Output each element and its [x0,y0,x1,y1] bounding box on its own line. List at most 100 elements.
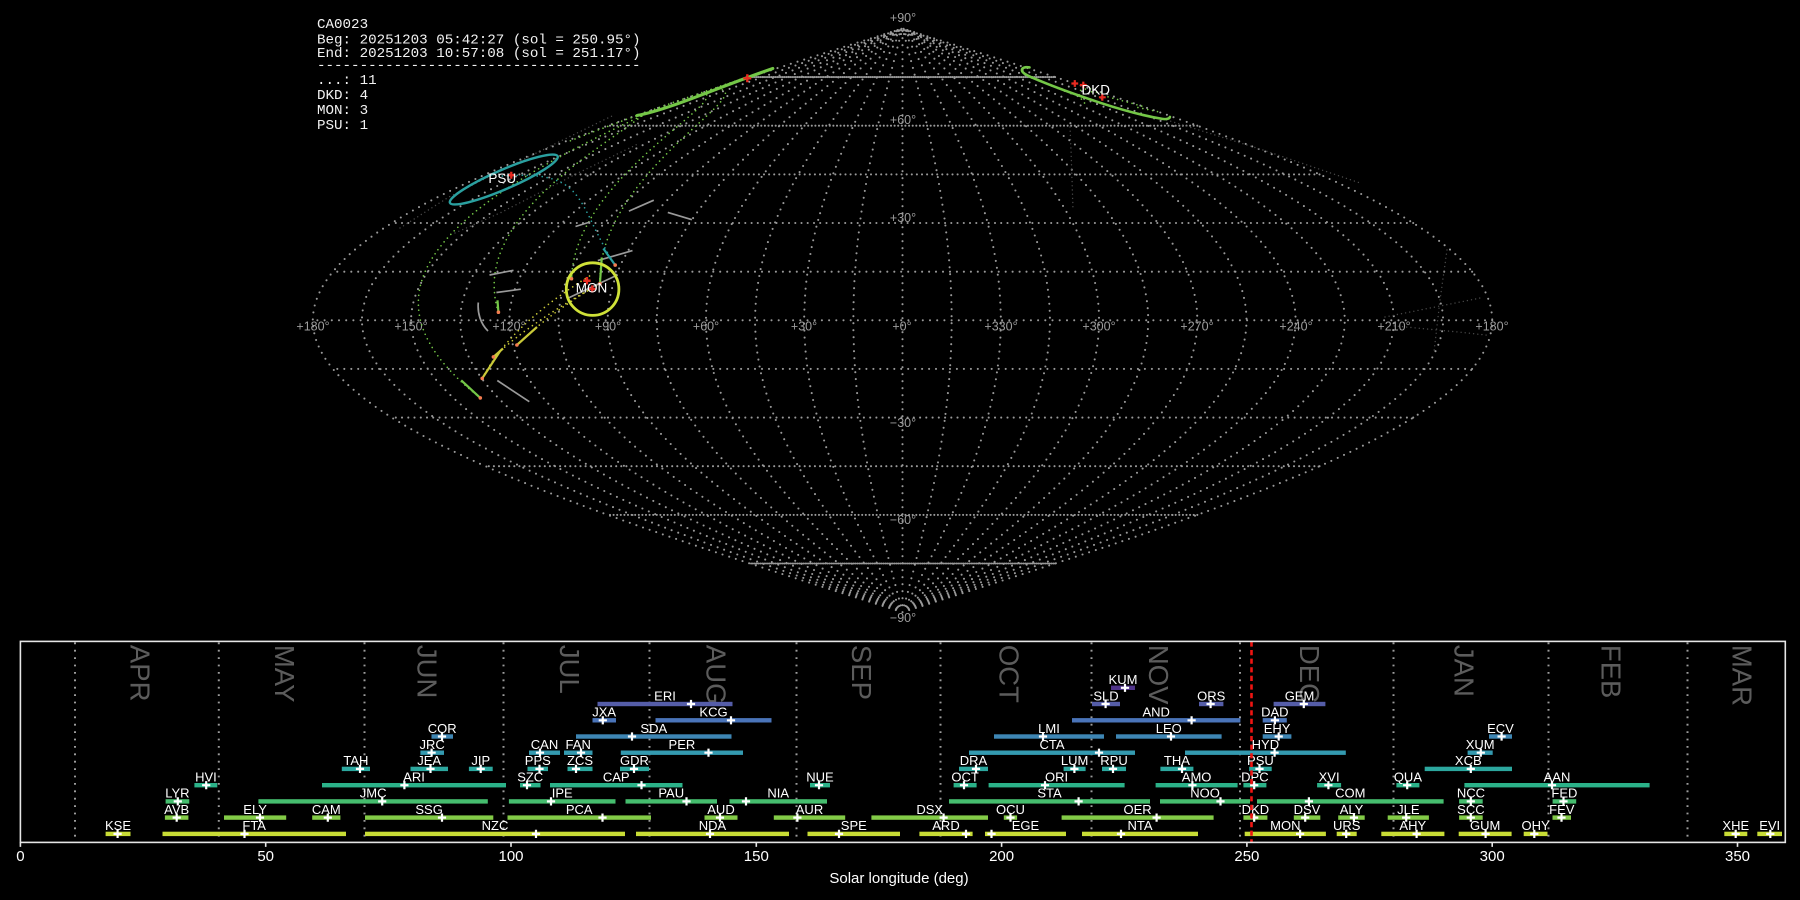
svg-text:GEM: GEM [1285,688,1315,703]
svg-text:SEP: SEP [846,645,877,700]
svg-text:ARD: ARD [932,818,959,833]
svg-text:CAN: CAN [531,737,558,752]
svg-text:+180°: +180° [296,320,329,334]
svg-text:SSG: SSG [415,802,442,817]
svg-text:200: 200 [989,848,1014,865]
svg-text:ERI: ERI [654,688,676,703]
svg-text:Solar longitude (deg): Solar longitude (deg) [829,870,968,887]
svg-text:JUN: JUN [412,645,443,698]
svg-text:+300°: +300° [1082,320,1115,334]
svg-text:+30°: +30° [890,211,916,225]
svg-text:SPE: SPE [841,818,867,833]
svg-text:XVI: XVI [1319,770,1340,785]
svg-text:NCC: NCC [1457,786,1485,801]
svg-text:QUA: QUA [1394,770,1423,785]
svg-text:ORI: ORI [1045,770,1068,785]
svg-text:AAN: AAN [1544,770,1571,785]
svg-text:DKD: DKD [1242,802,1269,817]
svg-text:DKD: 4: DKD: 4 [317,88,368,104]
svg-text:−60°: −60° [890,513,916,527]
svg-text:NZC: NZC [482,818,509,833]
svg-text:NOV: NOV [1143,645,1174,705]
svg-text:PPS: PPS [525,753,551,768]
svg-text:EGE: EGE [1012,818,1040,833]
svg-text:GDR: GDR [620,753,649,768]
svg-text:AUD: AUD [707,802,734,817]
svg-text:DKD: DKD [1082,83,1111,98]
svg-text:SZC: SZC [517,770,543,785]
svg-text:+180°: +180° [1475,320,1508,334]
svg-text:EVI: EVI [1759,818,1780,833]
svg-text:APR: APR [124,645,155,702]
svg-text:AND: AND [1142,705,1169,720]
svg-text:GUM: GUM [1470,818,1500,833]
svg-text:+210°: +210° [1377,320,1410,334]
svg-text:FEV: FEV [1549,802,1575,817]
svg-text:FED: FED [1551,786,1577,801]
svg-text:SCC: SCC [1457,802,1484,817]
svg-text:AHY: AHY [1399,818,1426,833]
svg-text:150: 150 [744,848,769,865]
svg-text:300: 300 [1480,848,1505,865]
svg-text:+90°: +90° [890,11,916,25]
svg-text:PCA: PCA [566,802,593,817]
svg-text:------------------------------: -------------------------------------- [317,58,641,74]
svg-text:−90°: −90° [890,611,916,625]
svg-text:PER: PER [669,737,696,752]
svg-text:NOO: NOO [1190,786,1220,801]
svg-text:FEB: FEB [1596,645,1627,698]
svg-text:MON: MON [1270,818,1300,833]
svg-text:JMC: JMC [360,786,387,801]
svg-text:PSU: PSU [488,171,516,186]
svg-text:THA: THA [1164,753,1190,768]
svg-text:+30°: +30° [791,320,817,334]
svg-text:FAN: FAN [566,737,591,752]
svg-text:100: 100 [498,848,523,865]
svg-text:CAP: CAP [603,770,630,785]
svg-text:RPU: RPU [1100,753,1127,768]
svg-text:NIA: NIA [767,786,789,801]
svg-text:ZCS: ZCS [567,753,593,768]
svg-text:DPC: DPC [1241,770,1268,785]
svg-text:KCG: KCG [699,705,727,720]
svg-text:DSX: DSX [916,802,943,817]
svg-text:ORS: ORS [1197,688,1226,703]
svg-text:ARI: ARI [403,770,425,785]
svg-text:AVB: AVB [164,802,189,817]
svg-text:NDA: NDA [699,818,727,833]
svg-text:+120°: +120° [492,320,525,334]
svg-text:...: 11: ...: 11 [317,73,377,89]
svg-text:JIP: JIP [471,753,490,768]
svg-text:EHY: EHY [1264,721,1291,736]
svg-text:SDA: SDA [640,721,667,736]
svg-text:URS: URS [1333,818,1361,833]
svg-text:OER: OER [1124,802,1152,817]
svg-text:+330°: +330° [984,320,1017,334]
svg-text:LMI: LMI [1038,721,1060,736]
svg-text:+0°: +0° [892,320,911,334]
svg-text:350: 350 [1725,848,1750,865]
svg-text:CA0023: CA0023 [317,17,368,33]
svg-text:+90°: +90° [595,320,621,334]
svg-text:ALY: ALY [1340,802,1364,817]
svg-text:+60°: +60° [693,320,719,334]
svg-text:XUM: XUM [1466,737,1495,752]
svg-text:OCT: OCT [951,770,979,785]
svg-text:AMO: AMO [1182,770,1212,785]
svg-text:AUR: AUR [796,802,823,817]
svg-text:NUE: NUE [806,770,834,785]
svg-text:OCT: OCT [994,645,1025,703]
svg-text:JEA: JEA [417,753,441,768]
svg-text:DRA: DRA [960,753,988,768]
svg-text:AUG: AUG [701,645,732,705]
svg-text:JRC: JRC [420,737,445,752]
svg-text:PAU: PAU [658,786,684,801]
svg-text:250: 250 [1234,848,1259,865]
svg-text:50: 50 [257,848,274,865]
svg-text:LYR: LYR [165,786,189,801]
svg-text:KSE: KSE [105,818,131,833]
svg-text:ECV: ECV [1487,721,1514,736]
svg-text:LUM: LUM [1061,753,1088,768]
svg-text:ELY: ELY [243,802,267,817]
svg-text:0: 0 [16,848,24,865]
